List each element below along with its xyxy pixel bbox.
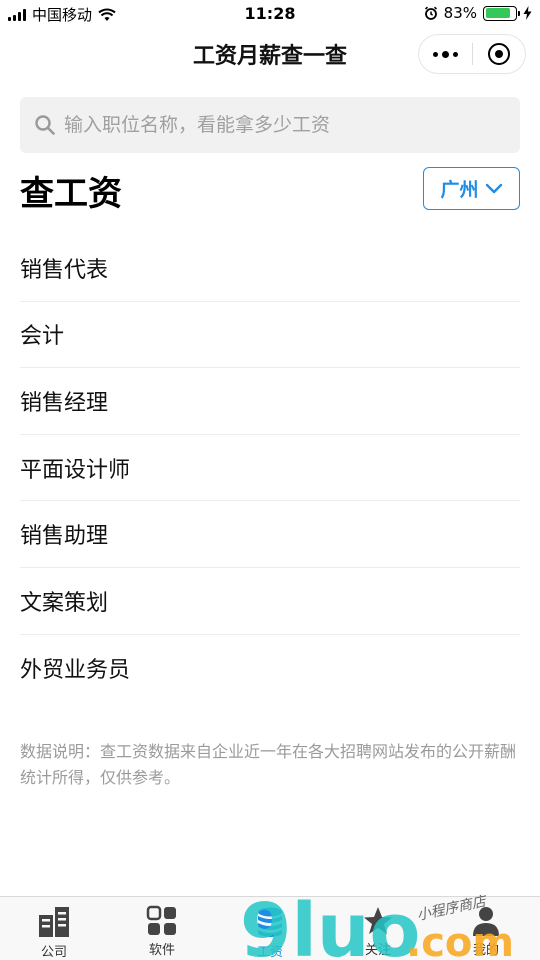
battery-fill [485,8,510,18]
chevron-down-icon [485,183,502,193]
job-item[interactable]: 销售代表 [20,235,520,302]
job-item[interactable]: 文案策划 [20,568,520,635]
tab-follow[interactable]: 关注 [324,897,432,960]
job-item[interactable]: 销售经理 [20,368,520,435]
tab-label: 公司 [40,945,67,960]
alarm-icon [424,6,437,20]
job-list: 销售代表 会计 销售经理 平面设计师 销售助理 文案策划 外贸业务员 [20,235,520,701]
job-item[interactable]: 销售助理 [20,501,520,568]
tab-label: 软件 [148,943,175,958]
user-icon [473,907,499,936]
tab-label: 关注 [364,943,391,958]
tab-software[interactable]: 软件 [108,897,216,960]
job-item[interactable]: 会计 [20,302,520,369]
tab-mine[interactable]: 我的 [432,897,540,960]
nav-bar: 工资月薪查一查 [0,28,540,80]
city-label: 广州 [440,179,479,201]
more-button[interactable] [419,35,472,73]
star-icon [364,907,392,934]
close-miniprogram-button[interactable] [473,35,526,73]
status-bar: 中国移动 11:28 83% [0,0,540,28]
target-icon [487,43,510,65]
data-disclaimer: 数据说明：查工资数据来自企业近一年在各大招聘网站发布的公开薪酬统计所得，仅供参考… [20,742,517,787]
coins-icon [258,907,282,937]
tab-bar: 公司 软件 工资 关注 我的 [0,896,540,960]
more-dots-icon [432,50,458,58]
battery-percent: 83% [443,4,477,22]
job-item[interactable]: 外贸业务员 [20,635,520,702]
search-input[interactable] [64,114,494,136]
tab-company[interactable]: 公司 [0,897,108,960]
search-icon [35,115,55,135]
search-bar[interactable] [20,97,520,153]
building-icon [39,907,69,937]
job-item[interactable]: 平面设计师 [20,435,520,502]
charging-icon [523,6,532,20]
tab-label: 我的 [472,943,499,958]
battery-icon [483,5,520,21]
tab-label: 工资 [256,945,283,960]
status-right: 83% [424,4,532,22]
page-title: 查工资 [20,174,122,214]
miniprogram-capsule [418,34,526,74]
tab-salary[interactable]: 工资 [216,897,324,960]
city-selector[interactable]: 广州 [423,167,520,210]
grid-icon [146,905,176,935]
